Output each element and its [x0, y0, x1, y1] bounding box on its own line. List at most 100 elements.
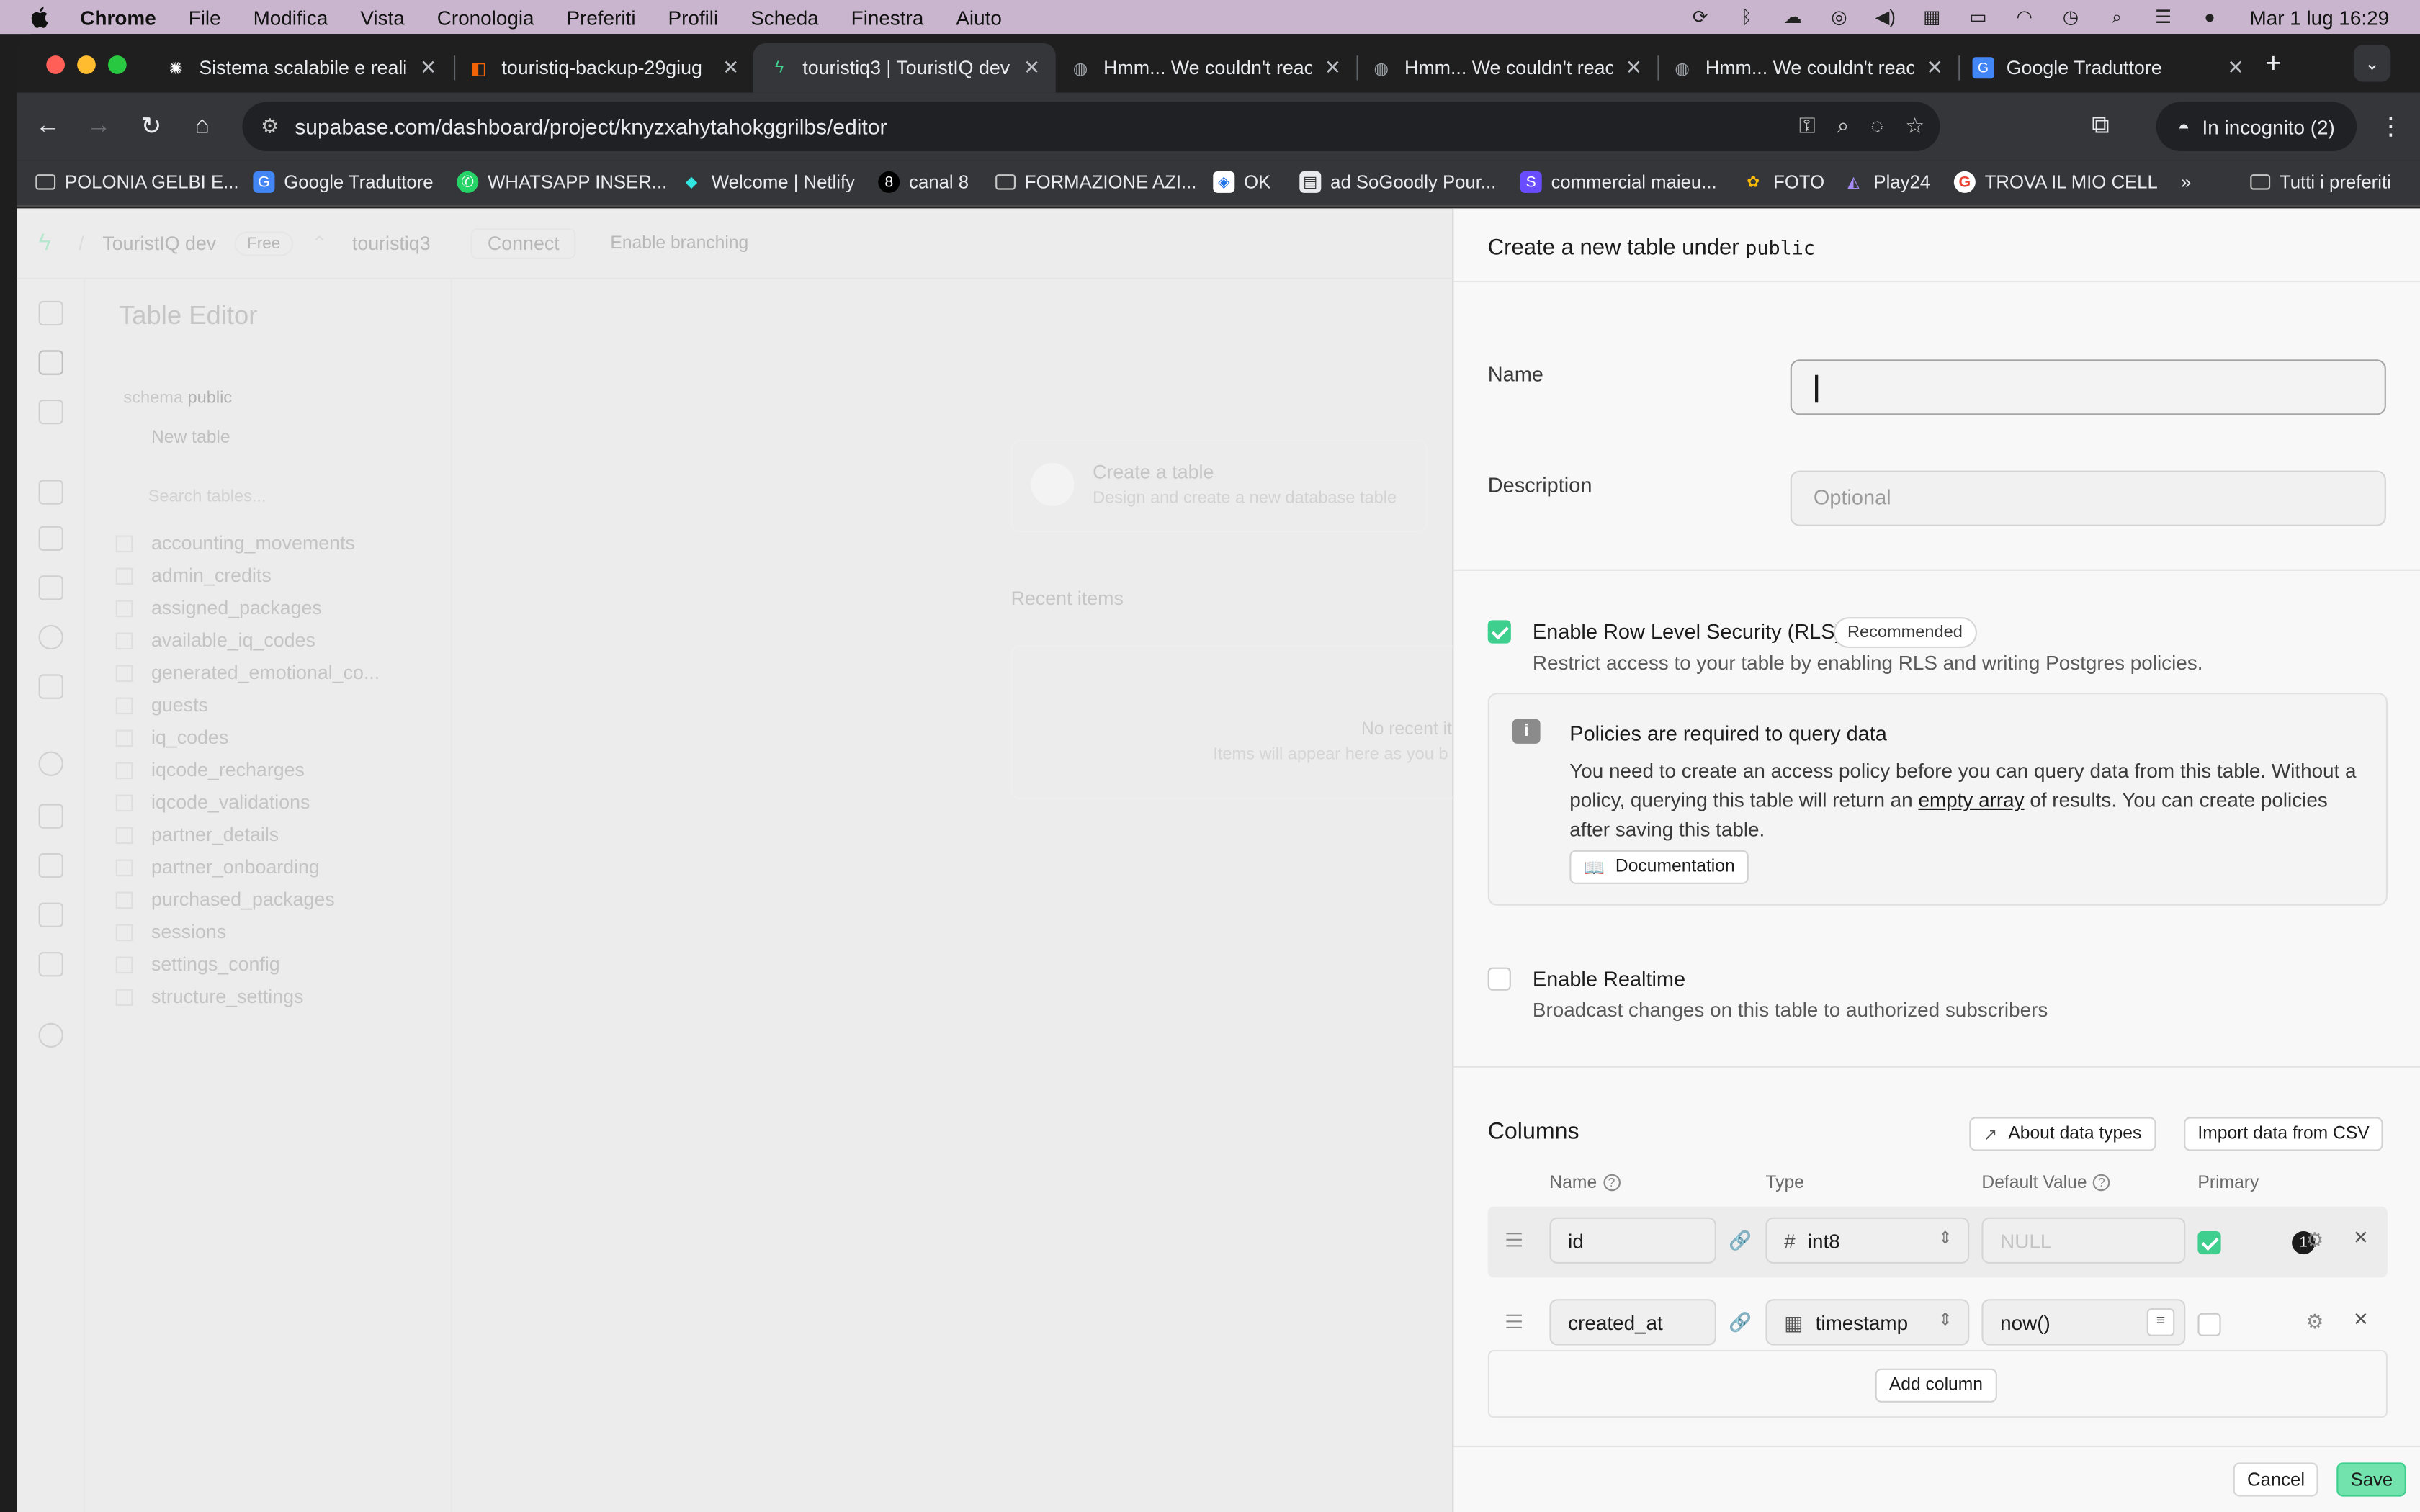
logs-nav-icon[interactable]	[38, 853, 63, 878]
zoom-window-button[interactable]	[108, 55, 127, 74]
minimize-window-button[interactable]	[77, 55, 96, 74]
table-list-item[interactable]: settings_config	[116, 953, 280, 975]
menu-preferiti[interactable]: Preferiti	[567, 6, 636, 29]
browser-tab[interactable]: G Google Traduttore ✕	[1957, 43, 2259, 93]
realtime-nav-icon[interactable]	[38, 624, 63, 650]
storage-nav-icon[interactable]	[38, 575, 63, 600]
bookmark-item[interactable]: POLONIA GELBI E...	[35, 171, 239, 193]
table-list-item[interactable]: iq_codes	[116, 726, 228, 748]
browser-tab-active[interactable]: ϟ touristiq3 | TouristIQ dev ✕	[753, 43, 1056, 93]
time-machine-icon[interactable]: ◷	[2058, 6, 2083, 28]
wifi-icon[interactable]: ◠	[2012, 6, 2037, 28]
bookmark-item[interactable]: FORMAZIONE AZI...	[995, 171, 1196, 193]
sync-icon[interactable]: ⟳	[1688, 6, 1713, 28]
bookmark-item[interactable]: ◭ Play24	[1843, 171, 1930, 193]
bookmark-item[interactable]: ◈ OK	[1213, 171, 1270, 193]
browser-tab[interactable]: ◍ Hmm... We couldn't reac ✕	[1054, 43, 1357, 93]
bookmark-item[interactable]: ◆ Welcome | Netlify	[681, 171, 855, 193]
create-table-card[interactable]: Create a table Design and create a new d…	[1010, 439, 1428, 533]
primary-key-checkbox[interactable]	[2197, 1231, 2221, 1255]
bluetooth-icon[interactable]: ᛒ	[1734, 6, 1759, 28]
search-tables-input[interactable]: Search tables...	[106, 480, 385, 514]
key-icon[interactable]: ⚿	[1799, 112, 1816, 138]
edge-functions-nav-icon[interactable]	[38, 674, 63, 699]
import-csv-button[interactable]: Import data from CSV	[2184, 1117, 2384, 1151]
about-data-types-button[interactable]: ↗ About data types	[1969, 1117, 2156, 1151]
address-bar[interactable]: ⚙ supabase.com/dashboard/project/knyzxah…	[242, 102, 1940, 151]
rls-checkbox[interactable]	[1487, 620, 1511, 644]
siri-icon[interactable]: ●	[2197, 6, 2222, 28]
table-list-item[interactable]: sessions	[116, 921, 226, 942]
browser-tab[interactable]: ◍ Hmm... We couldn't reac ✕	[1656, 43, 1958, 93]
home-icon[interactable]: ⌂	[184, 108, 220, 145]
menu-cronologia[interactable]: Cronologia	[437, 6, 534, 29]
gear-icon[interactable]: ⚙	[2305, 1310, 2323, 1334]
close-tab-icon[interactable]: ✕	[2227, 55, 2244, 80]
realtime-checkbox[interactable]	[1487, 967, 1511, 991]
description-input[interactable]: Optional	[1790, 470, 2386, 526]
bookmark-item[interactable]: G Google Traduttore	[253, 171, 434, 193]
menu-profili[interactable]: Profili	[668, 6, 719, 29]
database-nav-icon[interactable]	[38, 480, 63, 505]
site-info-icon[interactable]: ⚙	[261, 114, 279, 139]
close-tab-icon[interactable]: ✕	[1626, 55, 1642, 80]
apple-icon[interactable]	[28, 4, 53, 29]
integrations-nav-icon[interactable]	[38, 952, 63, 977]
table-list-item[interactable]: available_iq_codes	[116, 629, 315, 651]
menu-finestra[interactable]: Finestra	[851, 6, 924, 29]
primary-key-checkbox[interactable]	[2197, 1313, 2221, 1336]
auth-nav-icon[interactable]	[38, 526, 63, 551]
keyboard-icon[interactable]: ▦	[1919, 6, 1944, 28]
drag-handle-icon[interactable]	[1506, 1314, 1522, 1328]
bookmark-star-icon[interactable]: ☆	[1905, 112, 1924, 138]
table-list-item[interactable]: purchased_packages	[116, 888, 335, 910]
background-overlay[interactable]: ϟ / TouristIQ dev Free ⌃ touristiq3 Conn…	[17, 208, 1458, 1512]
more-menu-icon[interactable]: ⋮	[2372, 108, 2409, 145]
battery-icon[interactable]: ▭	[1966, 6, 1990, 28]
menu-scheda[interactable]: Scheda	[750, 6, 818, 29]
table-name-input[interactable]	[1790, 359, 2386, 415]
home-nav-icon[interactable]	[38, 300, 63, 326]
table-list-item[interactable]: iqcode_recharges	[116, 759, 305, 780]
foreign-key-link-icon[interactable]: 🔗	[1729, 1230, 1752, 1251]
table-list-item[interactable]: structure_settings	[116, 986, 304, 1007]
tab-search-icon[interactable]: ⌄	[2353, 45, 2391, 82]
gear-icon[interactable]: ⚙	[2305, 1228, 2323, 1253]
volume-icon[interactable]: ◀)	[1873, 6, 1898, 28]
sql-editor-nav-icon[interactable]	[38, 400, 63, 425]
bookmark-item[interactable]: Tutti i preferiti	[2250, 171, 2391, 193]
empty-array-link[interactable]: empty array	[1918, 788, 2024, 811]
new-tab-icon[interactable]: +	[2255, 45, 2292, 81]
enable-branching-button[interactable]: Enable branching	[610, 234, 748, 253]
settings-nav-icon[interactable]	[38, 1022, 63, 1048]
back-icon[interactable]: ←	[30, 108, 66, 145]
close-tab-icon[interactable]: ✕	[722, 55, 739, 80]
documentation-button[interactable]: 📖 Documentation	[1569, 850, 1749, 884]
table-list-item[interactable]: generated_emotional_co...	[116, 662, 380, 683]
eye-off-icon[interactable]: ◌	[1870, 112, 1883, 138]
project-name[interactable]: TouristIQ dev	[102, 233, 216, 254]
schema-selector[interactable]: schema public	[106, 381, 428, 415]
api-docs-nav-icon[interactable]	[38, 902, 63, 927]
column-type-select[interactable]: ▦ timestamp ⇕	[1765, 1299, 1970, 1346]
accessibility-icon[interactable]: ◎	[1827, 6, 1851, 28]
menu-vista[interactable]: Vista	[360, 6, 404, 29]
bookmark-item[interactable]: ▤ ad SoGoodly Pour...	[1299, 171, 1496, 193]
table-list-item[interactable]: partner_details	[116, 824, 279, 845]
help-icon[interactable]: ?	[1603, 1174, 1621, 1192]
close-icon[interactable]: ×	[2354, 1307, 2368, 1335]
foreign-key-link-icon[interactable]: 🔗	[1729, 1311, 1752, 1333]
advisors-nav-icon[interactable]	[38, 751, 63, 776]
menubar-clock[interactable]: Mar 1 lug 16:29	[2250, 6, 2390, 29]
table-list-item[interactable]: assigned_packages	[116, 597, 322, 618]
connect-button[interactable]: Connect	[470, 228, 577, 258]
save-button[interactable]: Save	[2336, 1462, 2407, 1497]
close-tab-icon[interactable]: ✕	[1023, 55, 1040, 80]
default-value-input[interactable]: now() ≡	[1981, 1299, 2186, 1346]
table-list-item[interactable]: iqcode_validations	[116, 791, 310, 813]
column-name-input[interactable]: created_at	[1549, 1299, 1716, 1346]
extensions-icon[interactable]: ⧉	[2082, 108, 2119, 145]
help-icon[interactable]: ?	[2093, 1174, 2110, 1192]
reports-nav-icon[interactable]	[38, 804, 63, 829]
add-column-button[interactable]: Add column	[1875, 1368, 1997, 1403]
